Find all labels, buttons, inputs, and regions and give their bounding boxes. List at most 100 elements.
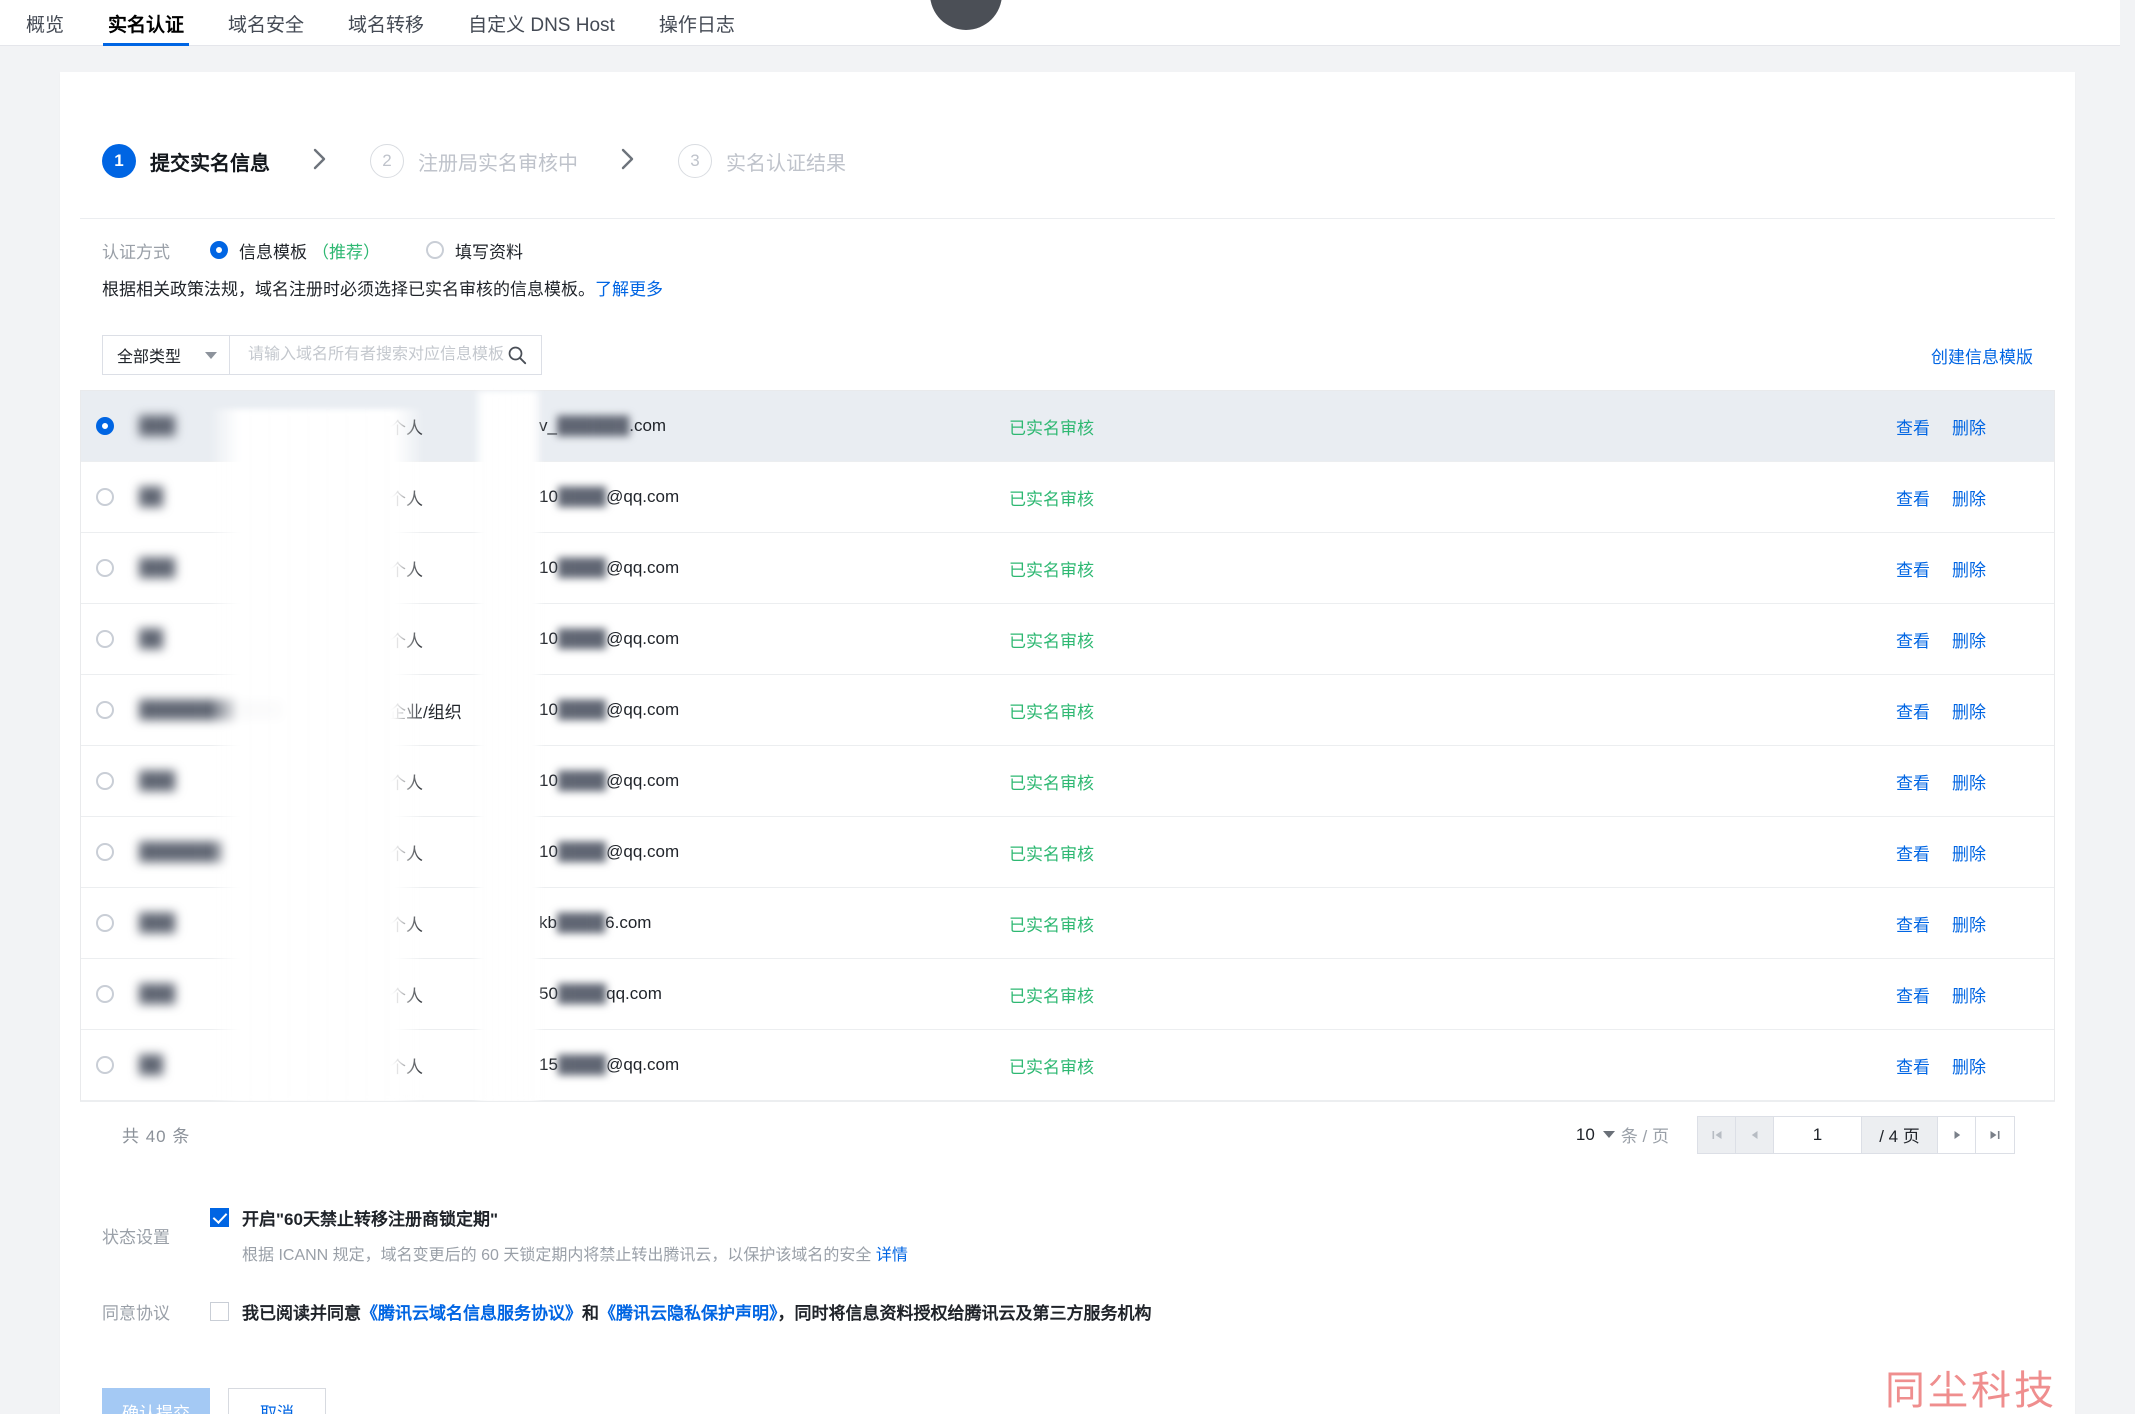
row-radio-icon[interactable] — [95, 985, 114, 1003]
row-delete-link[interactable]: 删除 — [1952, 911, 1986, 936]
row-delete-link[interactable]: 删除 — [1952, 414, 1986, 439]
row-radio-icon[interactable] — [95, 630, 114, 648]
row-email-suffix: @qq.com — [606, 771, 680, 790]
row-actions-cell: 查看 删除 — [1529, 1053, 2054, 1078]
table-row[interactable]: ███ 个人 50████qq.com 已实名审核 查看 删除 — [81, 959, 2054, 1030]
learn-more-link[interactable]: 了解更多 — [595, 280, 663, 299]
first-page-button[interactable] — [1698, 1116, 1736, 1153]
nav-tab-0[interactable]: 概览 — [4, 0, 86, 46]
lock-period-detail-link[interactable]: 详情 — [876, 1247, 908, 1264]
lock-period-checkbox[interactable] — [210, 1208, 229, 1227]
row-actions-cell: 查看 删除 — [1529, 556, 2054, 581]
next-page-button[interactable] — [1938, 1116, 1976, 1153]
row-radio-cell[interactable] — [81, 488, 139, 506]
agreement-checkbox-line[interactable]: 我已阅读并同意《腾讯云域名信息服务协议》和《腾讯云隐私保护声明》，同时将信息资料… — [210, 1299, 1152, 1324]
create-template-link[interactable]: 创建信息模版 — [1931, 343, 2033, 368]
row-radio-cell[interactable] — [81, 630, 139, 648]
search-input[interactable] — [246, 345, 507, 365]
chevron-down-icon — [205, 351, 217, 359]
row-radio-icon[interactable] — [95, 1056, 114, 1074]
row-status-cell: 已实名审核 — [1009, 915, 1094, 935]
agreement-middle: 和 — [582, 1304, 599, 1323]
nav-tab-4[interactable]: 自定义 DNS Host — [446, 0, 637, 46]
row-owner-name-cell: ███████ — [139, 842, 389, 862]
row-delete-link[interactable]: 删除 — [1952, 485, 1986, 510]
service-agreement-link[interactable]: 《腾讯云域名信息服务协议》 — [361, 1304, 582, 1323]
row-view-link[interactable]: 查看 — [1896, 698, 1930, 723]
row-radio-cell[interactable] — [81, 559, 139, 577]
row-radio-cell[interactable] — [81, 701, 139, 719]
type-filter-select[interactable]: 全部类型 — [102, 335, 230, 375]
row-view-link[interactable]: 查看 — [1896, 414, 1930, 439]
row-radio-cell[interactable] — [81, 843, 139, 861]
row-radio-icon[interactable] — [95, 772, 114, 790]
row-radio-icon[interactable] — [95, 417, 114, 435]
row-delete-link[interactable]: 删除 — [1952, 556, 1986, 581]
table-row[interactable]: ███ 个人 10████@qq.com 已实名审核 查看 删除 — [81, 533, 2054, 604]
table-row[interactable]: ████████████ 企业/组织 10████@qq.com 已实名审核 查看 删除 — [81, 675, 2054, 746]
row-view-link[interactable]: 查看 — [1896, 1053, 1930, 1078]
row-view-link[interactable]: 查看 — [1896, 769, 1930, 794]
table-row[interactable]: ███ 个人 10████@qq.com 已实名审核 查看 删除 — [81, 746, 2054, 817]
row-status-cell: 已实名审核 — [1009, 631, 1094, 651]
radio-manual-icon[interactable] — [426, 241, 444, 259]
cancel-button[interactable]: 取消 — [228, 1388, 326, 1414]
row-delete-link[interactable]: 删除 — [1952, 698, 1986, 723]
row-radio-cell[interactable] — [81, 1056, 139, 1074]
row-status-cell: 已实名审核 — [1009, 844, 1094, 864]
row-view-link[interactable]: 查看 — [1896, 485, 1930, 510]
row-delete-link[interactable]: 删除 — [1952, 627, 1986, 652]
nav-tab-3[interactable]: 域名转移 — [326, 0, 446, 46]
row-delete-link[interactable]: 删除 — [1952, 769, 1986, 794]
privacy-policy-link[interactable]: 《腾讯云隐私保护声明》 — [599, 1304, 778, 1323]
row-owner-name-cell: ██ — [139, 629, 389, 649]
lock-period-checkbox-line[interactable]: 开启"60天禁止转移注册商锁定期" — [210, 1205, 908, 1230]
row-radio-icon[interactable] — [95, 843, 114, 861]
page-size-select[interactable]: 10 条 / 页 — [1576, 1122, 1669, 1147]
search-box[interactable] — [230, 335, 542, 375]
table-row[interactable]: ██ 个人 10████@qq.com 已实名审核 查看 删除 — [81, 462, 2054, 533]
row-delete-link[interactable]: 删除 — [1952, 1053, 1986, 1078]
auth-option-template[interactable]: 信息模板 （推荐） — [210, 238, 380, 263]
row-delete-link[interactable]: 删除 — [1952, 840, 1986, 865]
table-row[interactable]: ███████ 个人 10████@qq.com 已实名审核 查看 删除 — [81, 817, 2054, 888]
nav-tab-2[interactable]: 域名安全 — [206, 0, 326, 46]
step-1: 1 提交实名信息 — [102, 144, 270, 178]
row-email-cell: 10████@qq.com — [539, 629, 1009, 649]
row-radio-cell[interactable] — [81, 985, 139, 1003]
row-radio-icon[interactable] — [95, 914, 114, 932]
table-row[interactable]: ██ 个人 10████@qq.com 已实名审核 查看 删除 — [81, 604, 2054, 675]
row-radio-cell[interactable] — [81, 914, 139, 932]
row-radio-icon[interactable] — [95, 488, 114, 506]
row-view-link[interactable]: 查看 — [1896, 627, 1930, 652]
row-delete-link[interactable]: 删除 — [1952, 982, 1986, 1007]
row-radio-icon[interactable] — [95, 559, 114, 577]
table-row[interactable]: ███ 个人 kb████6.com 已实名审核 查看 删除 — [81, 888, 2054, 959]
radio-template-icon[interactable] — [210, 241, 228, 259]
row-radio-icon[interactable] — [95, 701, 114, 719]
row-type-cell: 个人 — [389, 1057, 423, 1077]
nav-tab-label: 操作日志 — [658, 14, 735, 36]
chevron-down-icon — [1602, 1131, 1615, 1138]
agreement-checkbox[interactable] — [210, 1302, 229, 1321]
prev-page-button[interactable] — [1736, 1116, 1774, 1153]
current-page-input[interactable]: 1 — [1774, 1116, 1862, 1153]
row-radio-cell[interactable] — [81, 772, 139, 790]
last-page-button[interactable] — [1976, 1116, 2014, 1153]
total-pages-label: / 4 页 — [1862, 1116, 1938, 1153]
search-icon[interactable] — [507, 345, 527, 365]
row-email-cell: 10████@qq.com — [539, 842, 1009, 862]
user-avatar[interactable] — [930, 0, 1002, 30]
nav-tab-1[interactable]: 实名认证 — [86, 0, 206, 46]
row-view-link[interactable]: 查看 — [1896, 840, 1930, 865]
row-view-link[interactable]: 查看 — [1896, 911, 1930, 936]
row-view-link[interactable]: 查看 — [1896, 982, 1930, 1007]
auth-option-manual[interactable]: 填写资料 — [426, 238, 523, 263]
lock-period-note-text: 根据 ICANN 规定，域名变更后的 60 天锁定期内将禁止转出腾讯云，以保护该… — [242, 1247, 872, 1264]
row-radio-cell[interactable] — [81, 417, 139, 435]
table-row[interactable]: ██ 个人 15████@qq.com 已实名审核 查看 删除 — [81, 1030, 2054, 1101]
submit-button[interactable]: 确认提交 — [102, 1388, 210, 1414]
table-row[interactable]: ███ 个人 v_██████.com 已实名审核 查看 删除 — [81, 391, 2054, 462]
nav-tab-5[interactable]: 操作日志 — [637, 0, 757, 46]
row-view-link[interactable]: 查看 — [1896, 556, 1930, 581]
